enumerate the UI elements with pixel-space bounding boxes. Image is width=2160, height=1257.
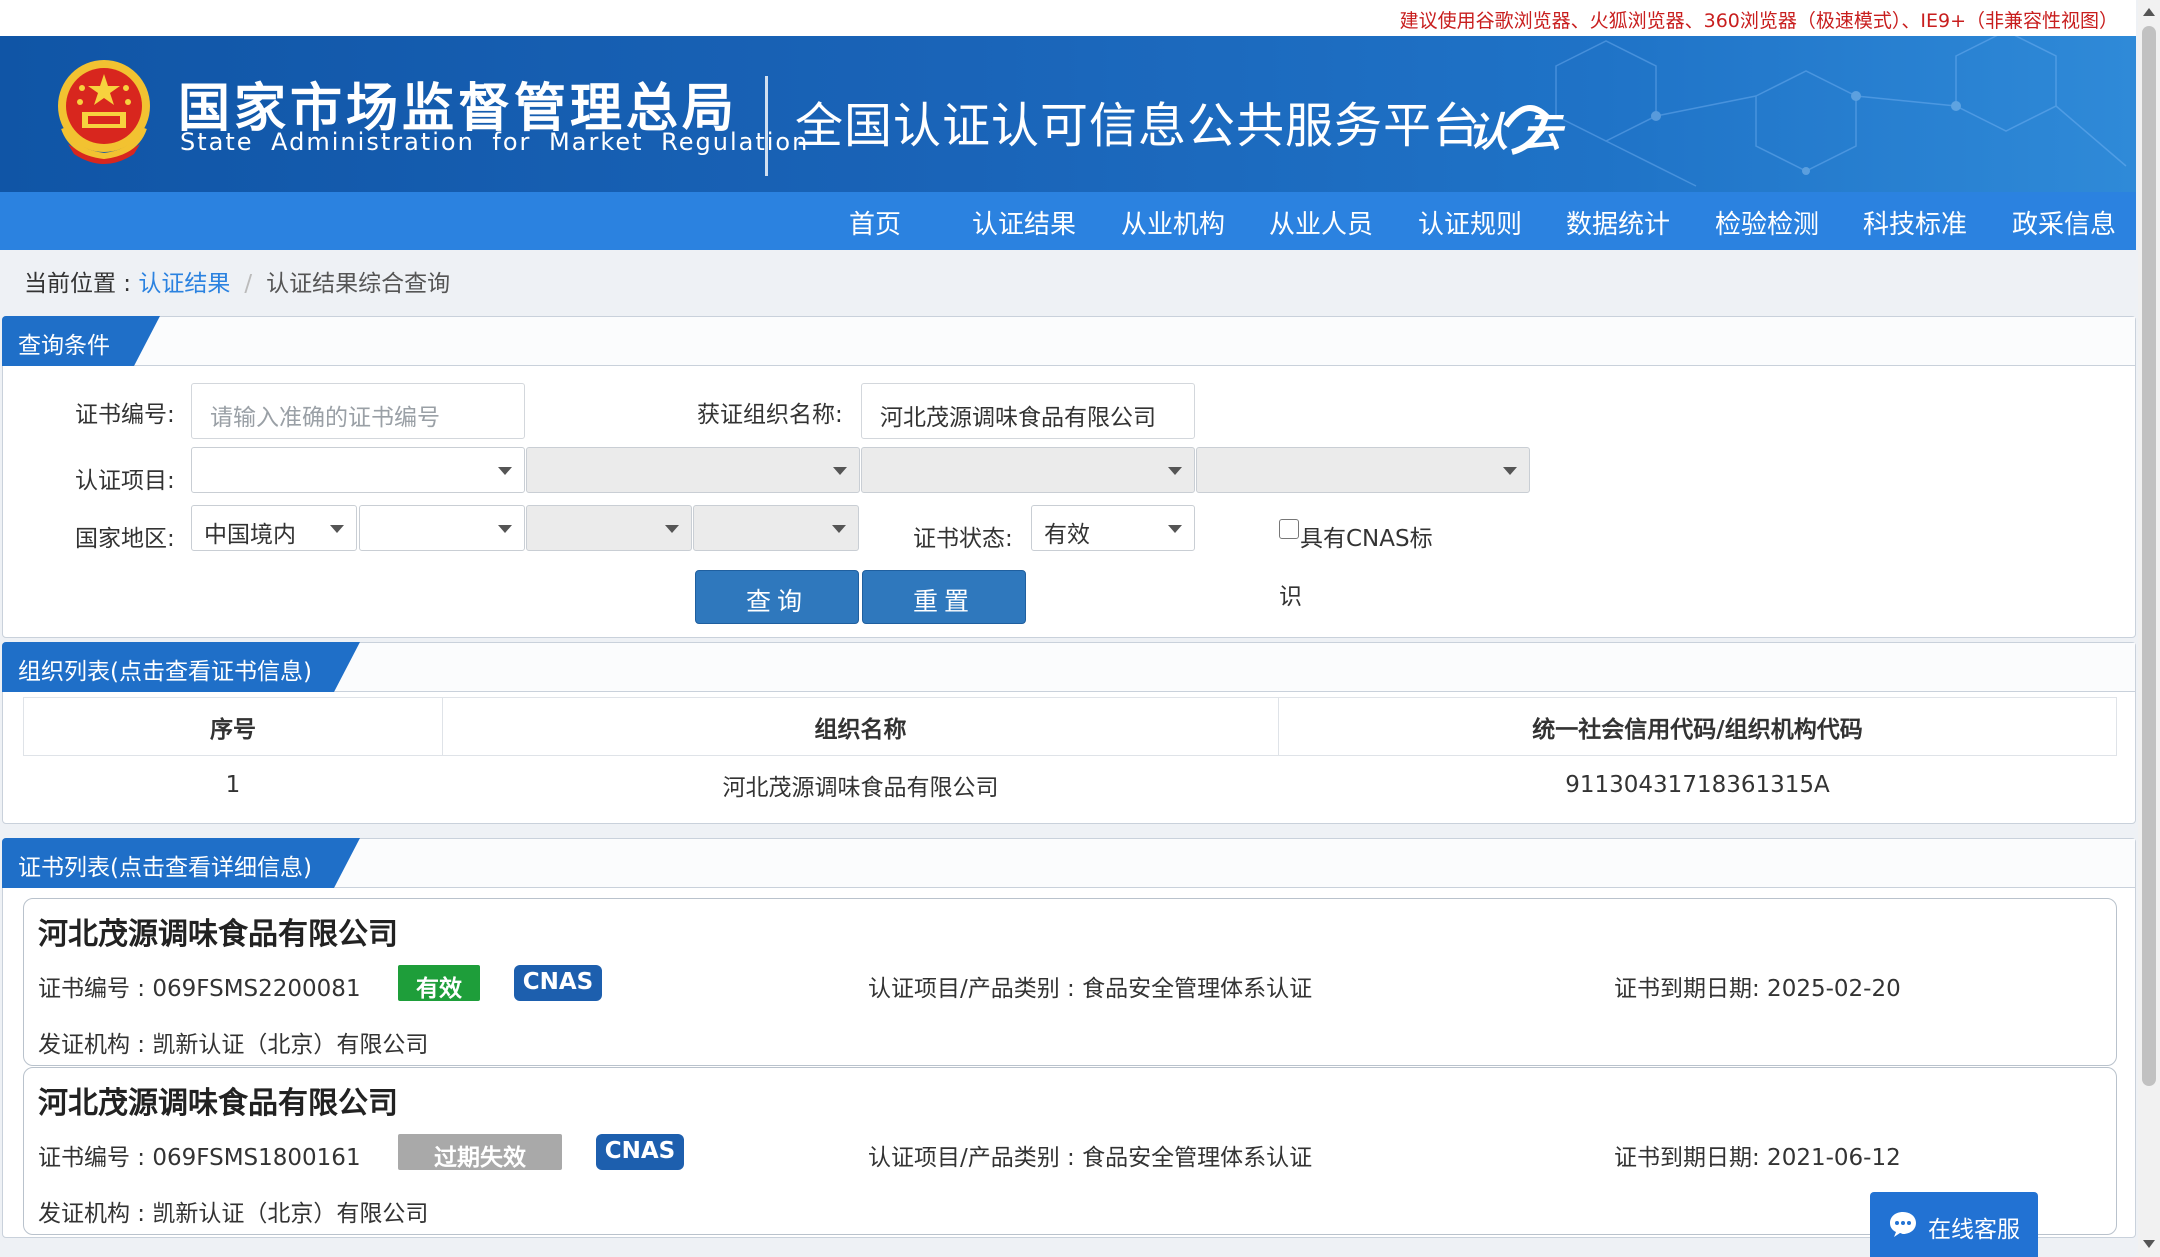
query-panel: 查询条件 证书编号: 请输入准确的证书编号 获证组织名称: 河北茂源调味食品有限… (2, 316, 2136, 638)
cert-org-name: 河北茂源调味食品有限公司 (38, 1086, 398, 1121)
region-label: 国家地区: (75, 526, 175, 552)
breadcrumb-separator: / (244, 271, 253, 297)
region-select-country[interactable]: 中国境内 (191, 505, 357, 551)
chat-bubble-icon (1890, 1212, 1916, 1237)
org-name-label: 获证组织名称: (697, 402, 843, 428)
nav-institutions[interactable]: 从业机构 (1121, 204, 1225, 241)
org-list-title: 组织列表(点击查看证书信息) (2, 642, 360, 692)
cert-issuer: 发证机构 : 凯新认证（北京）有限公司 (38, 1032, 429, 1058)
browser-notice-bar: 建议使用谷歌浏览器、火狐浏览器、360浏览器（极速模式）、IE9+（非兼容性视图… (0, 0, 2136, 36)
reset-button[interactable]: 重置 (862, 570, 1026, 624)
org-list-panel: 组织列表(点击查看证书信息) 序号 组织名称 统一社会信用代码/组织机构代码 1… (2, 642, 2136, 824)
cert-org-name: 河北茂源调味食品有限公司 (38, 917, 398, 952)
query-panel-header (3, 317, 2135, 366)
table-row[interactable]: 1 河北茂源调味食品有限公司 91130431718361315A (24, 756, 2117, 814)
project-select-1[interactable] (191, 447, 525, 493)
project-select-2[interactable] (526, 447, 860, 493)
column-header-org-name: 组织名称 (442, 697, 1279, 756)
nav-personnel[interactable]: 从业人员 (1269, 204, 1373, 241)
project-label: 认证项目: (75, 468, 175, 494)
platform-title: 全国认证认可信息公共服务平台 (795, 98, 1482, 154)
cert-no-input[interactable]: 请输入准确的证书编号 (191, 383, 525, 439)
cnas-badge: CNAS (596, 1134, 684, 1170)
region-select-value: 中国境内 (204, 522, 296, 548)
breadcrumb: 当前位置 : 认证结果 / 认证结果综合查询 (24, 264, 450, 298)
cert-no-label: 证书编号: (75, 402, 175, 428)
national-emblem-icon (58, 60, 150, 164)
main-nav: 首页 认证结果 从业机构 从业人员 认证规则 数据统计 检验检测 科技标准 政采… (0, 192, 2136, 250)
status-badge: 有效 (398, 965, 480, 1002)
region-select-city[interactable] (526, 505, 692, 551)
breadcrumb-current: 认证结果综合查询 (266, 271, 451, 297)
cert-number: 证书编号 : 069FSMS2200081 (38, 976, 361, 1002)
nav-home[interactable]: 首页 (849, 204, 901, 241)
chevron-down-icon (498, 467, 512, 475)
cert-project: 认证项目/产品类别 : 食品安全管理体系认证 (868, 976, 1313, 1002)
query-panel-title: 查询条件 (2, 316, 160, 366)
nav-procurement[interactable]: 政采信息 (2012, 204, 2116, 241)
region-select-province[interactable] (359, 505, 525, 551)
column-header-credit-code: 统一社会信用代码/组织机构代码 (1278, 697, 2117, 756)
cert-list-panel: 证书列表(点击查看详细信息) 河北茂源调味食品有限公司 证书编号 : 069FS… (2, 838, 2136, 1238)
cert-number: 证书编号 : 069FSMS1800161 (38, 1145, 361, 1171)
row-credit-code: 91130431718361315A (1565, 771, 1830, 798)
chevron-down-icon (1168, 525, 1182, 533)
nav-standards[interactable]: 科技标准 (1863, 204, 1967, 241)
breadcrumb-link-cert-results[interactable]: 认证结果 (138, 271, 230, 297)
cert-list-title: 证书列表(点击查看详细信息) (2, 838, 360, 888)
nav-cert-results[interactable]: 认证结果 (972, 204, 1076, 241)
cert-expiry: 证书到期日期: 2025-02-20 (1614, 976, 1901, 1002)
status-badge: 过期失效 (398, 1134, 562, 1171)
project-select-3[interactable] (861, 447, 1195, 493)
org-name-input[interactable]: 河北茂源调味食品有限公司 (861, 383, 1195, 439)
chevron-down-icon (498, 525, 512, 533)
cert-card[interactable]: 河北茂源调味食品有限公司 证书编号 : 069FSMS2200081 有效 CN… (23, 898, 2117, 1066)
breadcrumb-prefix: 当前位置 : (24, 271, 139, 297)
org-name-en: State Administration for Market Regulati… (180, 128, 810, 156)
status-select-value: 有效 (1044, 522, 1090, 548)
cert-project: 认证项目/产品类别 : 食品安全管理体系认证 (868, 1145, 1313, 1171)
chevron-down-icon (330, 525, 344, 533)
site-header: 国家市场监督管理总局 State Administration for Mark… (0, 36, 2136, 192)
chevron-down-icon (1168, 467, 1182, 475)
nav-statistics[interactable]: 数据统计 (1566, 204, 1670, 241)
region-select-district[interactable] (693, 505, 859, 551)
status-select[interactable]: 有效 (1031, 505, 1195, 551)
cnas-checkbox-label-wrap: 识 (1279, 584, 1302, 610)
cert-expiry: 证书到期日期: 2021-06-12 (1614, 1145, 1901, 1171)
browser-notice: 建议使用谷歌浏览器、火狐浏览器、360浏览器（极速模式）、IE9+（非兼容性视图… (1399, 10, 2118, 32)
column-header-index: 序号 (23, 697, 443, 756)
org-table-header-row: 序号 组织名称 统一社会信用代码/组织机构代码 (23, 697, 2117, 756)
status-label: 证书状态: (913, 526, 1013, 552)
row-index: 1 (225, 771, 241, 798)
scrollbar-thumb[interactable] (2142, 26, 2156, 1086)
scroll-down-icon[interactable] (2143, 1240, 2155, 1248)
org-table: 序号 组织名称 统一社会信用代码/组织机构代码 1 河北茂源调味食品有限公司 9… (23, 697, 2117, 814)
nav-testing[interactable]: 检验检测 (1715, 204, 1819, 241)
header-divider (765, 76, 768, 176)
cnas-checkbox[interactable] (1279, 519, 1299, 539)
chevron-down-icon (665, 525, 679, 533)
cnas-checkbox-label: 具有CNAS标 (1300, 526, 1433, 552)
row-org-name[interactable]: 河北茂源调味食品有限公司 (443, 756, 1279, 814)
chevron-down-icon (1503, 467, 1517, 475)
cert-issuer: 发证机构 : 凯新认证（北京）有限公司 (38, 1201, 429, 1227)
search-button[interactable]: 查询 (695, 570, 859, 624)
chevron-down-icon (832, 525, 846, 533)
online-service-label: 在线客服 (1928, 1217, 2020, 1243)
chevron-down-icon (833, 467, 847, 475)
renyun-logo-icon: 认 云 (1468, 105, 1566, 156)
nav-cert-rules[interactable]: 认证规则 (1418, 204, 1522, 241)
online-service-button[interactable]: 在线客服 (1870, 1192, 2038, 1257)
scroll-up-icon[interactable] (2143, 8, 2155, 16)
cnas-badge: CNAS (514, 965, 602, 1001)
cert-card[interactable]: 河北茂源调味食品有限公司 证书编号 : 069FSMS1800161 过期失效 … (23, 1067, 2117, 1235)
project-select-4[interactable] (1196, 447, 1530, 493)
page-scrollbar[interactable] (2138, 0, 2160, 1257)
